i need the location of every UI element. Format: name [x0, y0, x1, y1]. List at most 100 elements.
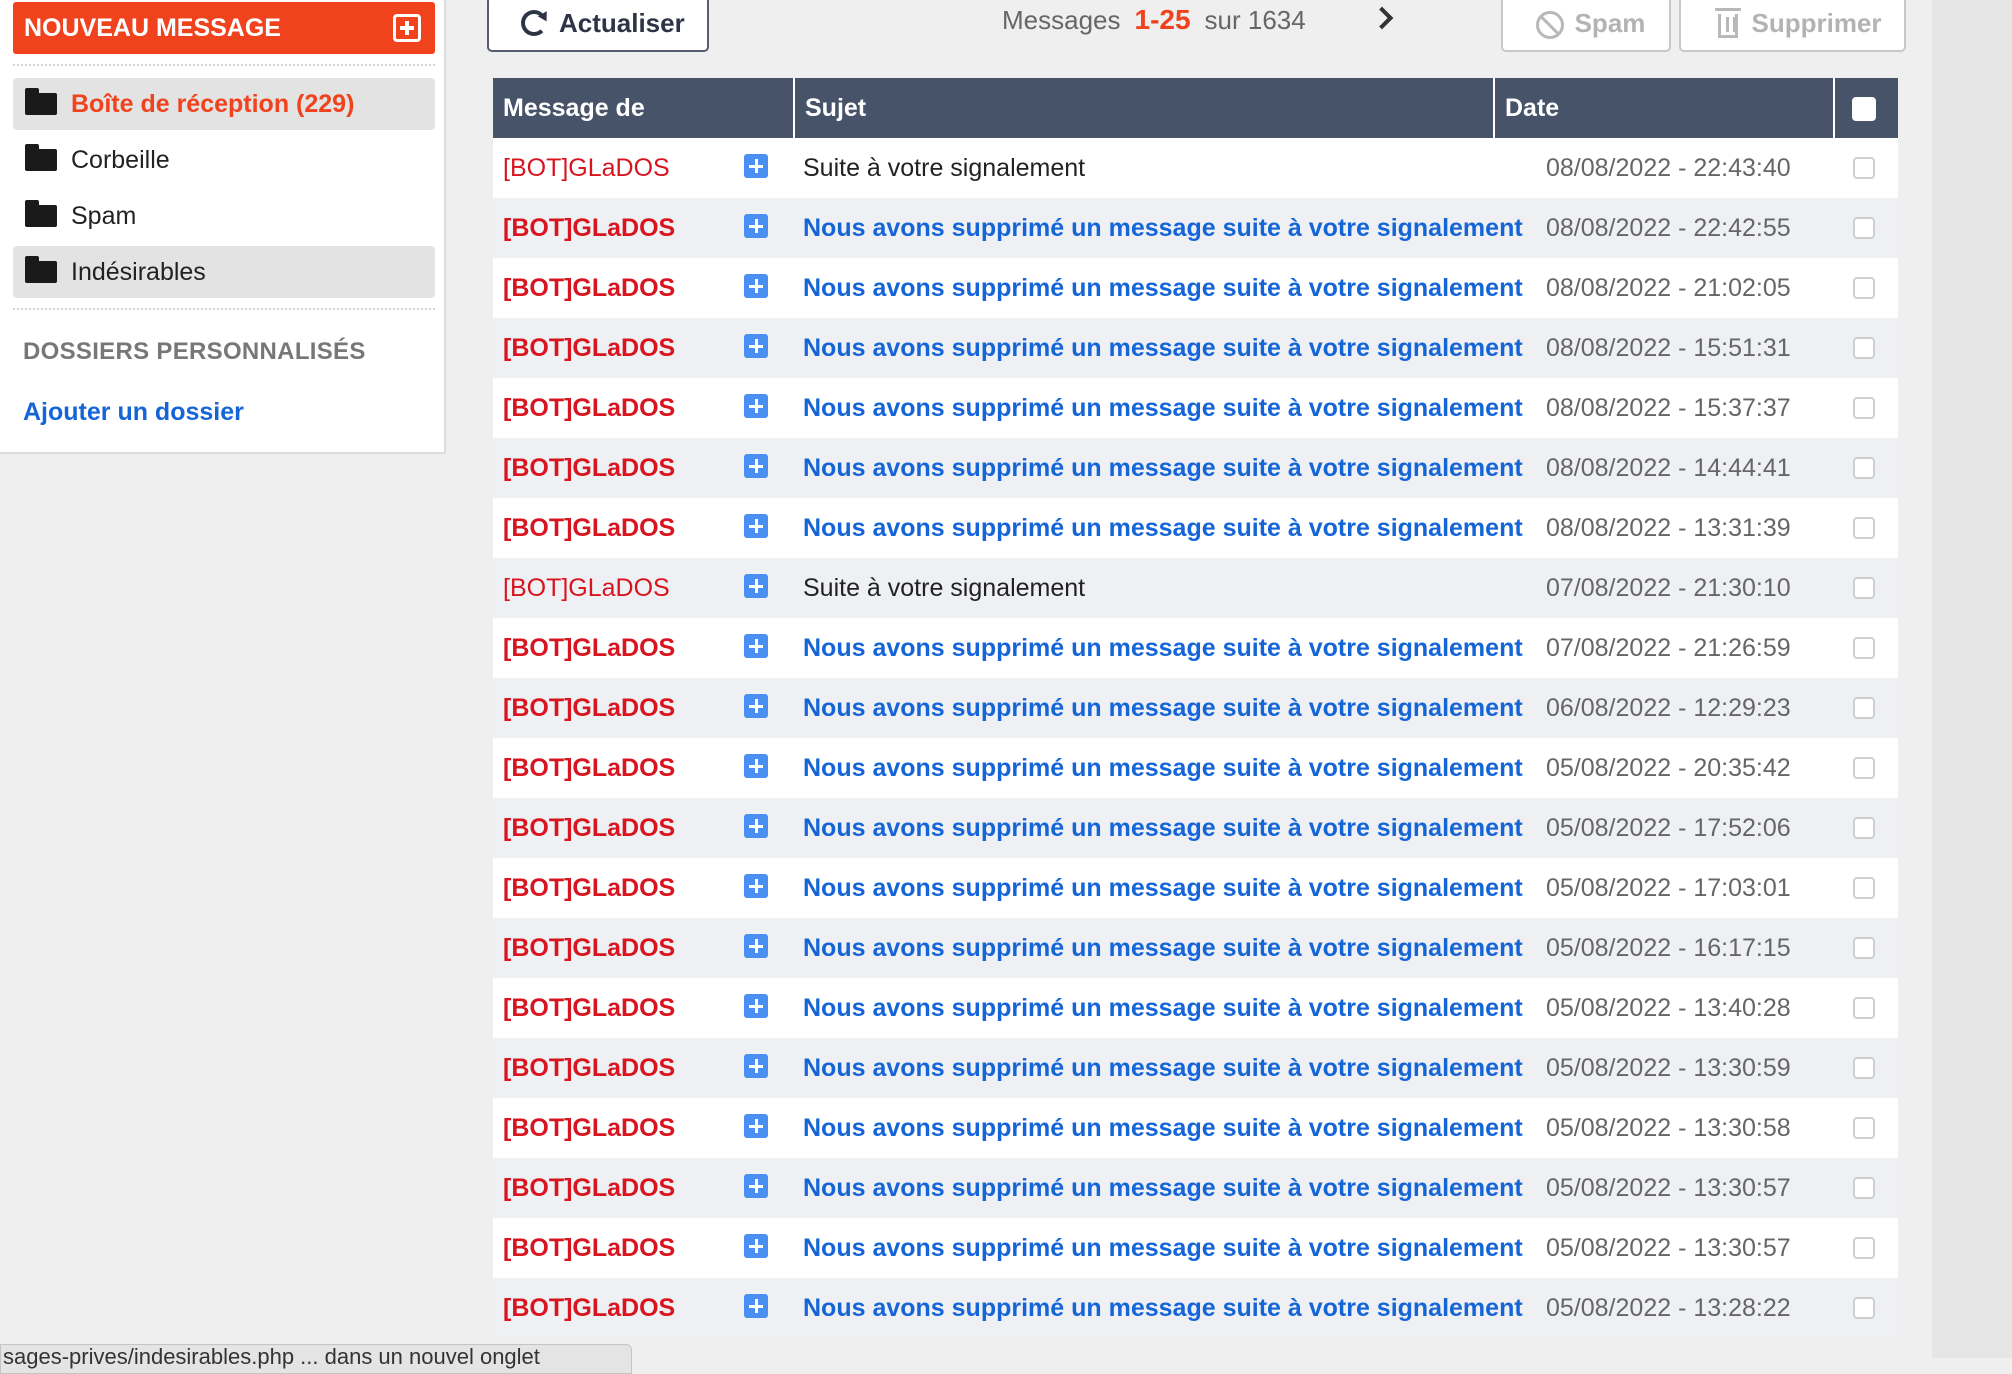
table-row[interactable]: [BOT]GLaDOS Suite à votre signalement 07/0… — [493, 558, 1898, 618]
plus-icon[interactable] — [744, 874, 768, 898]
plus-icon[interactable] — [744, 334, 768, 358]
plus-icon[interactable] — [744, 514, 768, 538]
subject-link[interactable]: Nous avons supprimé un message suite à v… — [803, 378, 1523, 438]
plus-icon[interactable] — [744, 1294, 768, 1318]
table-row[interactable]: [BOT]GLaDOS Nous avons supprimé un messag… — [493, 978, 1898, 1038]
column-header-date[interactable]: Date — [1493, 78, 1793, 138]
sender-link[interactable]: [BOT]GLaDOS — [503, 258, 675, 318]
table-row[interactable]: [BOT]GLaDOS Nous avons supprimé un messag… — [493, 918, 1898, 978]
sender-link[interactable]: [BOT]GLaDOS — [503, 438, 675, 498]
sender-link[interactable]: [BOT]GLaDOS — [503, 618, 675, 678]
table-row[interactable]: [BOT]GLaDOS Nous avons supprimé un messag… — [493, 1098, 1898, 1158]
row-checkbox[interactable] — [1853, 577, 1875, 599]
row-checkbox[interactable] — [1853, 397, 1875, 419]
plus-icon[interactable] — [744, 574, 768, 598]
plus-icon[interactable] — [744, 694, 768, 718]
refresh-button[interactable]: Actualiser — [487, 0, 709, 52]
plus-icon[interactable] — [744, 394, 768, 418]
sender-link[interactable]: [BOT]GLaDOS — [503, 558, 670, 618]
row-checkbox[interactable] — [1853, 517, 1875, 539]
sender-link[interactable]: [BOT]GLaDOS — [503, 918, 675, 978]
table-row[interactable]: [BOT]GLaDOS Nous avons supprimé un messag… — [493, 678, 1898, 738]
table-row[interactable]: [BOT]GLaDOS Nous avons supprimé un messag… — [493, 1278, 1898, 1338]
row-checkbox[interactable] — [1853, 1237, 1875, 1259]
subject-link[interactable]: Nous avons supprimé un message suite à v… — [803, 978, 1523, 1038]
row-checkbox[interactable] — [1853, 877, 1875, 899]
table-row[interactable]: [BOT]GLaDOS Nous avons supprimé un messag… — [493, 1038, 1898, 1098]
row-checkbox[interactable] — [1853, 277, 1875, 299]
row-checkbox[interactable] — [1853, 157, 1875, 179]
row-checkbox[interactable] — [1853, 457, 1875, 479]
plus-icon[interactable] — [744, 1174, 768, 1198]
plus-icon[interactable] — [744, 934, 768, 958]
row-checkbox[interactable] — [1853, 337, 1875, 359]
sender-link[interactable]: [BOT]GLaDOS — [503, 378, 675, 438]
select-all-checkbox[interactable] — [1852, 97, 1876, 121]
subject-link[interactable]: Nous avons supprimé un message suite à v… — [803, 678, 1523, 738]
plus-icon[interactable] — [744, 1114, 768, 1138]
plus-icon[interactable] — [744, 994, 768, 1018]
row-checkbox[interactable] — [1853, 1057, 1875, 1079]
table-row[interactable]: [BOT]GLaDOS Suite à votre signalement 08/0… — [493, 138, 1898, 198]
table-row[interactable]: [BOT]GLaDOS Nous avons supprimé un messag… — [493, 198, 1898, 258]
plus-icon[interactable] — [744, 754, 768, 778]
table-row[interactable]: [BOT]GLaDOS Nous avons supprimé un messag… — [493, 498, 1898, 558]
sender-link[interactable]: [BOT]GLaDOS — [503, 198, 675, 258]
subject-link[interactable]: Nous avons supprimé un message suite à v… — [803, 798, 1523, 858]
subject-link[interactable]: Nous avons supprimé un message suite à v… — [803, 198, 1523, 258]
sender-link[interactable]: [BOT]GLaDOS — [503, 1038, 675, 1098]
subject-link[interactable]: Nous avons supprimé un message suite à v… — [803, 1158, 1523, 1218]
table-row[interactable]: [BOT]GLaDOS Nous avons supprimé un messag… — [493, 738, 1898, 798]
sender-link[interactable]: [BOT]GLaDOS — [503, 138, 670, 198]
table-row[interactable]: [BOT]GLaDOS Nous avons supprimé un messag… — [493, 1158, 1898, 1218]
table-row[interactable]: [BOT]GLaDOS Nous avons supprimé un messag… — [493, 1218, 1898, 1278]
subject-link[interactable]: Suite à votre signalement — [803, 558, 1085, 618]
subject-link[interactable]: Nous avons supprimé un message suite à v… — [803, 858, 1523, 918]
new-message-button[interactable]: NOUVEAU MESSAGE — [13, 2, 435, 54]
subject-link[interactable]: Nous avons supprimé un message suite à v… — [803, 1278, 1523, 1338]
sender-link[interactable]: [BOT]GLaDOS — [503, 738, 675, 798]
row-checkbox[interactable] — [1853, 217, 1875, 239]
subject-link[interactable]: Nous avons supprimé un message suite à v… — [803, 498, 1523, 558]
row-checkbox[interactable] — [1853, 697, 1875, 719]
chevron-right-icon[interactable] — [1370, 6, 1394, 30]
delete-button[interactable]: Supprimer — [1679, 0, 1906, 52]
subject-link[interactable]: Suite à votre signalement — [803, 138, 1085, 198]
sender-link[interactable]: [BOT]GLaDOS — [503, 498, 675, 558]
sender-link[interactable]: [BOT]GLaDOS — [503, 1098, 675, 1158]
folder-spam[interactable]: Spam — [13, 190, 435, 242]
row-checkbox[interactable] — [1853, 1177, 1875, 1199]
row-checkbox[interactable] — [1853, 997, 1875, 1019]
sender-link[interactable]: [BOT]GLaDOS — [503, 978, 675, 1038]
subject-link[interactable]: Nous avons supprimé un message suite à v… — [803, 318, 1523, 378]
row-checkbox[interactable] — [1853, 1117, 1875, 1139]
plus-icon[interactable] — [744, 1054, 768, 1078]
plus-icon[interactable] — [744, 154, 768, 178]
column-header-from[interactable]: Message de — [493, 78, 791, 138]
sender-link[interactable]: [BOT]GLaDOS — [503, 678, 675, 738]
folder-inbox[interactable]: Boîte de réception (229) — [13, 78, 435, 130]
add-folder-link[interactable]: Ajouter un dossier — [23, 398, 244, 427]
row-checkbox[interactable] — [1853, 757, 1875, 779]
sender-link[interactable]: [BOT]GLaDOS — [503, 858, 675, 918]
subject-link[interactable]: Nous avons supprimé un message suite à v… — [803, 258, 1523, 318]
table-row[interactable]: [BOT]GLaDOS Nous avons supprimé un messag… — [493, 858, 1898, 918]
sender-link[interactable]: [BOT]GLaDOS — [503, 318, 675, 378]
sender-link[interactable]: [BOT]GLaDOS — [503, 1158, 675, 1218]
subject-link[interactable]: Nous avons supprimé un message suite à v… — [803, 1098, 1523, 1158]
plus-icon[interactable] — [744, 814, 768, 838]
sender-link[interactable]: [BOT]GLaDOS — [503, 1218, 675, 1278]
table-row[interactable]: [BOT]GLaDOS Nous avons supprimé un messag… — [493, 378, 1898, 438]
subject-link[interactable]: Nous avons supprimé un message suite à v… — [803, 738, 1523, 798]
table-row[interactable]: [BOT]GLaDOS Nous avons supprimé un messag… — [493, 258, 1898, 318]
row-checkbox[interactable] — [1853, 937, 1875, 959]
plus-icon[interactable] — [744, 1234, 768, 1258]
plus-icon[interactable] — [744, 274, 768, 298]
subject-link[interactable]: Nous avons supprimé un message suite à v… — [803, 1038, 1523, 1098]
row-checkbox[interactable] — [1853, 637, 1875, 659]
spam-button[interactable]: Spam — [1501, 0, 1671, 52]
table-row[interactable]: [BOT]GLaDOS Nous avons supprimé un messag… — [493, 798, 1898, 858]
table-row[interactable]: [BOT]GLaDOS Nous avons supprimé un messag… — [493, 438, 1898, 498]
subject-link[interactable]: Nous avons supprimé un message suite à v… — [803, 438, 1523, 498]
table-row[interactable]: [BOT]GLaDOS Nous avons supprimé un messag… — [493, 618, 1898, 678]
